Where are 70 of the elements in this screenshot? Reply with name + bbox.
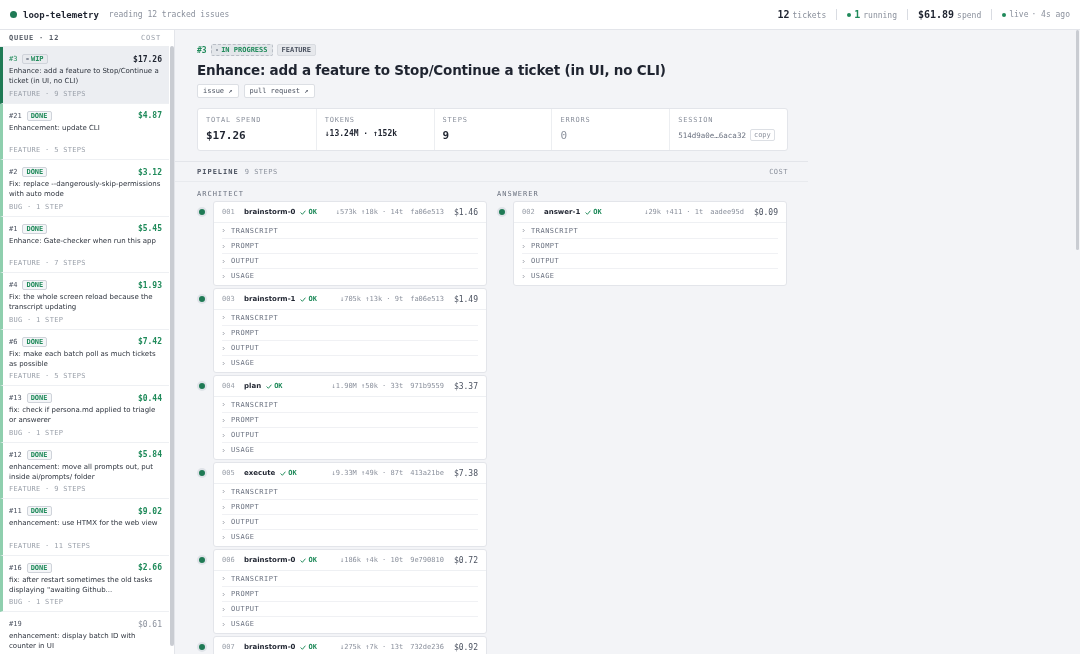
chevron-icon	[222, 402, 225, 407]
step-cost: $0.72	[453, 555, 478, 565]
stat-value: 9	[442, 129, 451, 142]
chevron-icon	[222, 258, 225, 264]
chevron-icon	[222, 606, 225, 612]
ticket-cost: $0.44	[137, 393, 162, 403]
step-cost: $3.37	[453, 381, 478, 391]
step-cost: $0.92	[453, 642, 478, 652]
chevron-icon	[222, 447, 225, 453]
chevron-icon	[222, 243, 225, 249]
step-cost: $1.49	[453, 294, 478, 304]
ticket-cost: $17.26	[133, 54, 162, 64]
scrollbar[interactable]	[1076, 30, 1079, 250]
stat-label: spend	[957, 11, 982, 20]
chevron-icon	[222, 432, 225, 438]
step-cost: $0.09	[753, 207, 778, 217]
check-icon	[300, 209, 307, 215]
ticket-cost: $5.84	[137, 450, 162, 459]
stat-value: 1	[854, 9, 861, 20]
stat-label: · 4s ago	[1031, 10, 1070, 19]
chevron-icon	[222, 621, 225, 627]
stat-value: 0	[560, 129, 568, 142]
chevron-icon	[522, 243, 525, 249]
stat-value: 12	[777, 9, 790, 20]
chevron-icon	[522, 228, 525, 233]
chevron-icon	[222, 576, 225, 581]
chevron-icon	[222, 360, 225, 366]
ticket-cost: $4.87	[137, 111, 162, 120]
ticket-cost: $2.66	[137, 563, 162, 572]
status-dot	[847, 12, 852, 17]
stat-label: running	[863, 11, 897, 20]
ticket-id: #3	[197, 45, 207, 55]
chevron-icon	[222, 591, 225, 597]
chevron-icon	[222, 228, 225, 233]
step-cost: $1.46	[453, 207, 478, 217]
status-dot	[10, 11, 17, 18]
status-dot	[1002, 12, 1007, 17]
chevron-icon	[522, 273, 525, 279]
chevron-icon	[522, 258, 525, 264]
chevron-icon	[222, 534, 225, 540]
chevron-icon	[222, 330, 225, 336]
check-icon	[280, 470, 287, 476]
ticket-cost: $5.45	[137, 224, 162, 233]
chevron-icon	[222, 273, 225, 279]
chevron-icon	[222, 489, 225, 494]
stat-value: ↓13.24M · ↑152k	[324, 129, 399, 138]
ticket-cost: $1.93	[137, 280, 162, 290]
subtitle: reading 12 tracked issues	[108, 10, 230, 19]
ticket-cost: $9.02	[137, 506, 162, 516]
scrollbar[interactable]	[170, 46, 174, 646]
check-icon	[585, 209, 592, 215]
step-cost: $7.38	[453, 468, 478, 478]
ticket-cost: $0.61	[137, 619, 162, 629]
chevron-icon	[222, 345, 225, 351]
app-name: loop-telemetry	[23, 9, 99, 20]
chevron-icon	[222, 417, 225, 423]
stat-value: live	[1009, 10, 1029, 19]
ticket-cost: $3.12	[137, 167, 162, 177]
check-icon	[300, 296, 307, 302]
check-icon	[266, 383, 273, 389]
stat-value: $17.26	[206, 129, 247, 142]
stat-label: tickets	[792, 11, 827, 20]
ticket-title: Enhance: add a feature to Stop/Continue a ticket (in UI, no CLI)	[197, 62, 667, 78]
check-icon	[300, 644, 307, 650]
chevron-icon	[222, 315, 225, 320]
check-icon	[300, 557, 307, 563]
ticket-cost: $7.42	[137, 337, 162, 346]
stat-value: $61.89	[918, 9, 955, 20]
chevron-icon	[222, 519, 225, 525]
chevron-icon	[222, 504, 225, 510]
